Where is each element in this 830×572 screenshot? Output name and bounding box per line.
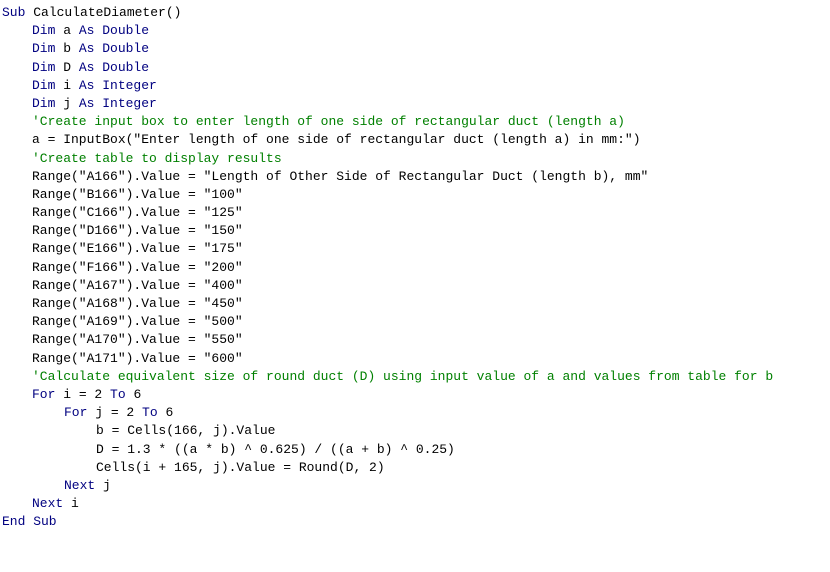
code-line: Range("C166").Value = "125" [0,204,830,222]
code-line: For i = 2 To 6 [0,386,830,404]
code-line: Range("A169").Value = "500" [0,313,830,331]
keyword-text: As Double [79,23,149,38]
code-text: Range("A167").Value = "400" [32,278,243,293]
code-text: b [63,41,79,56]
code-line: Dim D As Double [0,59,830,77]
code-text: CalculateDiameter() [33,5,181,20]
keyword-text: Dim [32,78,63,93]
code-text: i = 2 [63,387,110,402]
code-line: Range("E166").Value = "175" [0,240,830,258]
keyword-text: Dim [32,41,63,56]
code-text: Range("D166").Value = "150" [32,223,243,238]
code-line: Range("A167").Value = "400" [0,277,830,295]
comment-text: 'Create table to display results [32,151,282,166]
code-line: Dim a As Double [0,22,830,40]
code-line: End Sub [0,513,830,531]
keyword-text: As Integer [79,96,157,111]
code-line: Next j [0,477,830,495]
code-line: Next i [0,495,830,513]
code-text: Range("E166").Value = "175" [32,241,243,256]
keyword-text: Next [64,478,103,493]
code-line: D = 1.3 * ((a * b) ^ 0.625) / ((a + b) ^… [0,441,830,459]
code-line: Range("A171").Value = "600" [0,350,830,368]
code-text: a = InputBox("Enter length of one side o… [32,132,641,147]
code-line: Range("A168").Value = "450" [0,295,830,313]
code-line: a = InputBox("Enter length of one side o… [0,131,830,149]
code-line: Range("A166").Value = "Length of Other S… [0,168,830,186]
code-text: j [63,96,79,111]
keyword-text: Next [32,496,71,511]
code-line: Cells(i + 165, j).Value = Round(D, 2) [0,459,830,477]
code-line: Range("B166").Value = "100" [0,186,830,204]
code-text: 6 [165,405,173,420]
code-text: Range("B166").Value = "100" [32,187,243,202]
keyword-text: For [64,405,95,420]
code-line: Dim b As Double [0,40,830,58]
keyword-text: As Integer [79,78,157,93]
keyword-text: For [32,387,63,402]
code-text: Range("F166").Value = "200" [32,260,243,275]
comment-text: 'Create input box to enter length of one… [32,114,625,129]
keyword-text: To [110,387,133,402]
code-line: Range("A170").Value = "550" [0,331,830,349]
code-text: Range("A166").Value = "Length of Other S… [32,169,648,184]
code-text: j [103,478,111,493]
code-text: a [63,23,79,38]
code-text: i [71,496,79,511]
code-text: Cells(i + 165, j).Value = Round(D, 2) [96,460,385,475]
code-line: b = Cells(166, j).Value [0,422,830,440]
code-text: Range("C166").Value = "125" [32,205,243,220]
code-editor[interactable]: Sub CalculateDiameter()Dim a As DoubleDi… [0,4,830,531]
code-text: Range("A170").Value = "550" [32,332,243,347]
code-line: For j = 2 To 6 [0,404,830,422]
keyword-text: As Double [79,41,149,56]
code-line: Range("D166").Value = "150" [0,222,830,240]
code-line: Dim i As Integer [0,77,830,95]
keyword-text: To [142,405,165,420]
comment-text: 'Calculate equivalent size of round duct… [32,369,773,384]
code-text: Range("A169").Value = "500" [32,314,243,329]
keyword-text: Dim [32,60,63,75]
code-line: 'Create table to display results [0,150,830,168]
code-text: i [63,78,79,93]
keyword-text: As Double [79,60,149,75]
code-text: b = Cells(166, j).Value [96,423,275,438]
keyword-text: Sub [2,5,33,20]
code-text: j = 2 [95,405,142,420]
code-text: Range("A168").Value = "450" [32,296,243,311]
code-text: D = 1.3 * ((a * b) ^ 0.625) / ((a + b) ^… [96,442,455,457]
keyword-text: Dim [32,96,63,111]
code-line: Sub CalculateDiameter() [0,4,830,22]
code-line: Range("F166").Value = "200" [0,259,830,277]
code-line: 'Create input box to enter length of one… [0,113,830,131]
code-text: D [63,60,79,75]
code-text: Range("A171").Value = "600" [32,351,243,366]
keyword-text: End Sub [2,514,57,529]
code-text: 6 [133,387,141,402]
code-line: Dim j As Integer [0,95,830,113]
keyword-text: Dim [32,23,63,38]
code-line: 'Calculate equivalent size of round duct… [0,368,830,386]
